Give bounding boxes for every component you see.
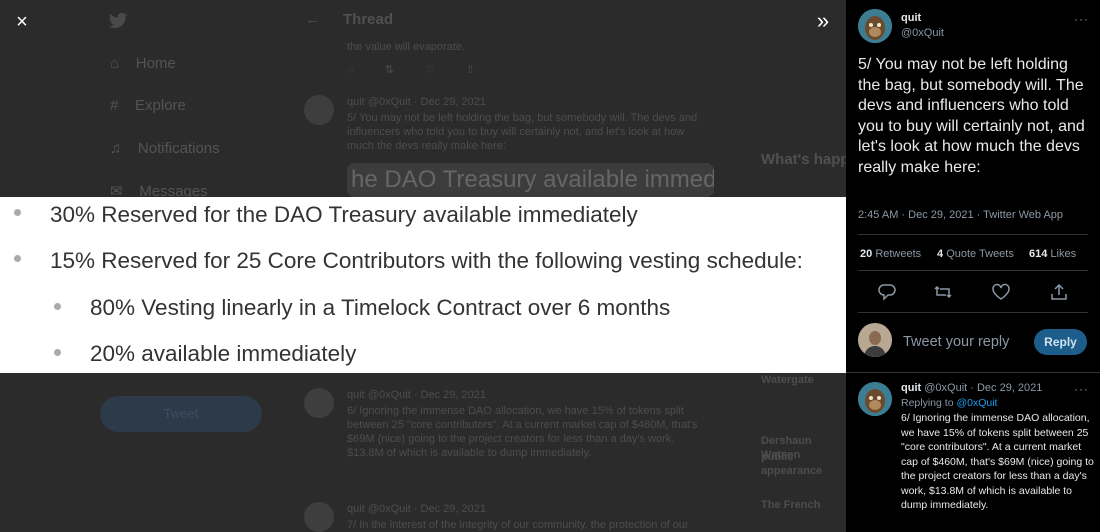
twitter-logo-icon bbox=[108, 12, 128, 29]
tweet-detail-panel: quit @0xQuit ··· 5/ You may not be left … bbox=[846, 0, 1100, 532]
tweet7-header-dimmed: quit @0xQuit · Dec 29, 2021 bbox=[347, 503, 486, 515]
next-handle-date[interactable]: @0xQuit · Dec 29, 2021 bbox=[924, 382, 1042, 394]
trends-title-dimmed: What's happening bbox=[761, 151, 846, 168]
more-options-icon[interactable]: ··· bbox=[1074, 382, 1089, 396]
tweet5-header-dimmed: quit @0xQuit · Dec 29, 2021 bbox=[347, 96, 486, 108]
media-line: 20% available immediately bbox=[90, 341, 357, 366]
avatar[interactable] bbox=[858, 9, 892, 43]
tweet6-text-dimmed: 6/ Ignoring the immense DAO allocation, … bbox=[347, 405, 698, 459]
tweet-timestamp[interactable]: 2:45 AM · Dec 29, 2021 · Twitter Web App bbox=[858, 209, 1063, 221]
trend-item: Watergate bbox=[761, 374, 814, 386]
media-line: 80% Vesting linearly in a Timelock Contr… bbox=[90, 295, 671, 320]
close-icon[interactable]: × bbox=[8, 8, 36, 36]
retweets-stat[interactable]: 20 Retweets bbox=[860, 248, 921, 260]
bullet-icon bbox=[14, 209, 21, 216]
thread-title: Thread bbox=[343, 11, 394, 28]
reply-input[interactable]: Tweet your reply bbox=[903, 334, 1009, 350]
reply-button[interactable]: Reply bbox=[1034, 329, 1087, 355]
reply-composer: Tweet your reply Reply bbox=[846, 312, 1100, 372]
tweet7-avatar-dimmed bbox=[304, 502, 334, 532]
like-icon[interactable] bbox=[991, 283, 1011, 301]
next-tweet-text: 6/ Ignoring the immense DAO allocation, … bbox=[901, 412, 1094, 511]
divider bbox=[846, 372, 1100, 373]
tweet6-avatar-dimmed bbox=[304, 388, 334, 418]
tweet-button-dimmed: Tweet bbox=[100, 396, 262, 432]
ape-avatar-icon bbox=[858, 9, 892, 43]
author-name[interactable]: quit bbox=[901, 12, 921, 24]
ape-avatar-icon bbox=[858, 382, 892, 416]
next-tweet-header: quit @0xQuit · Dec 29, 2021 bbox=[901, 382, 1042, 394]
user-photo-icon bbox=[858, 323, 892, 357]
divider bbox=[858, 234, 1088, 235]
reply-avatar bbox=[858, 323, 892, 357]
bullet-icon bbox=[54, 349, 61, 356]
bullet-icon bbox=[14, 255, 21, 262]
retweet-icon[interactable] bbox=[933, 283, 953, 301]
tweet5-text-dimmed: 5/ You may not be left holding the bag, … bbox=[347, 112, 698, 152]
prev-tweet-actions: ◌ ⇅ ♡ ⇧ bbox=[347, 64, 489, 76]
nav-notifications: ♫ Notifications bbox=[110, 140, 220, 157]
share-icon[interactable] bbox=[1049, 283, 1069, 301]
avatar[interactable] bbox=[858, 382, 892, 416]
media-line: 30% Reserved for the DAO Treasury availa… bbox=[50, 202, 638, 227]
prev-tweet-tail: the value will evaporate. bbox=[347, 41, 466, 53]
nav-home: ⌂ Home bbox=[110, 55, 176, 72]
trend-item: The French bbox=[761, 499, 821, 511]
divider bbox=[858, 270, 1088, 271]
bullet-icon bbox=[54, 303, 61, 310]
author-handle[interactable]: @0xQuit bbox=[901, 27, 944, 39]
tweet-text: 5/ You may not be left holding the bag, … bbox=[858, 56, 1085, 176]
next-author-name[interactable]: quit bbox=[901, 382, 921, 394]
tweet5-avatar-dimmed bbox=[304, 95, 334, 125]
collapse-sidebar-icon[interactable]: » bbox=[808, 6, 838, 36]
tweet5-media-preview: he DAO Treasury available immed bbox=[347, 163, 714, 197]
thread-back-arrow-icon: ← bbox=[305, 11, 320, 28]
media-line: 15% Reserved for 25 Core Contributors wi… bbox=[50, 248, 803, 273]
nav-explore: # Explore bbox=[110, 97, 186, 114]
reply-icon[interactable] bbox=[877, 283, 897, 301]
tweet6-header-dimmed: quit @0xQuit · Dec 29, 2021 bbox=[347, 389, 486, 401]
media-image[interactable]: 30% Reserved for the DAO Treasury availa… bbox=[0, 197, 846, 373]
quote-tweets-stat[interactable]: 4 Quote Tweets bbox=[937, 248, 1014, 260]
trend-item: public appearance bbox=[761, 451, 823, 477]
replying-to: Replying to @0xQuit bbox=[901, 397, 998, 409]
replying-to-link[interactable]: @0xQuit bbox=[956, 397, 997, 409]
likes-stat[interactable]: 614 Likes bbox=[1029, 248, 1076, 260]
more-options-icon[interactable]: ··· bbox=[1074, 12, 1089, 26]
next-tweet[interactable]: quit @0xQuit · Dec 29, 2021 ··· Replying… bbox=[846, 376, 1100, 532]
tweet7-text-dimmed: 7/ In the interest of the integrity of o… bbox=[347, 519, 689, 531]
